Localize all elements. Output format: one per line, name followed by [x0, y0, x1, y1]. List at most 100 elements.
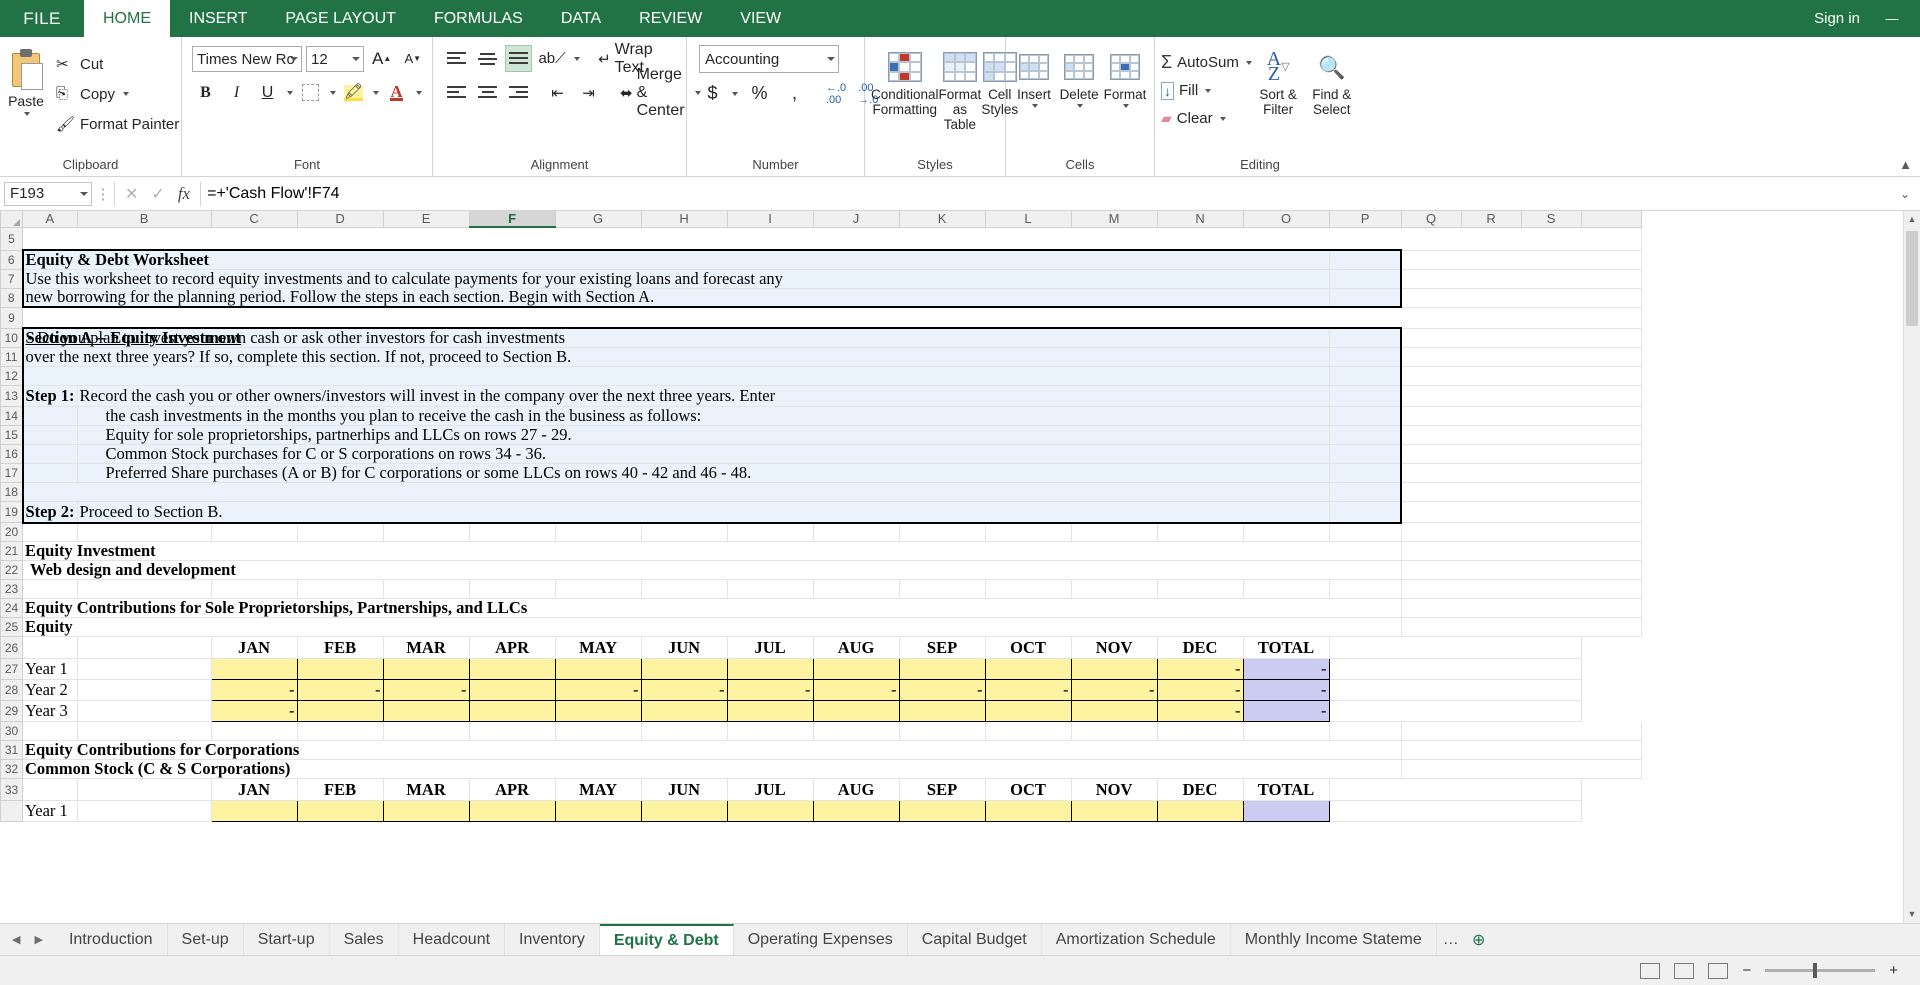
month-header-oct[interactable]: OCT	[985, 636, 1072, 659]
column-header-I[interactable]: I	[726, 211, 814, 228]
row-header-27[interactable]: 27	[0, 658, 23, 680]
font-color-dropdown-icon[interactable]	[416, 90, 423, 95]
worksheet-grid[interactable]: A B C D E F G H I J K L M N O P Q R S 5	[0, 211, 1920, 923]
font-size-input[interactable]: 12	[306, 45, 364, 72]
format-painter-button[interactable]: 🖌 Format Painter	[56, 111, 179, 137]
month2-header-aug[interactable]: AUG	[813, 778, 900, 801]
row-header-26[interactable]: 26	[0, 636, 23, 659]
year2-nov[interactable]: -	[1070, 679, 1158, 701]
align-left-button[interactable]	[443, 79, 470, 106]
cell-E20[interactable]	[383, 522, 470, 542]
cell-P6[interactable]	[1329, 249, 1403, 270]
align-center-button[interactable]	[474, 79, 501, 106]
align-bottom-button[interactable]	[505, 45, 532, 72]
cell-Q23[interactable]	[1401, 579, 1642, 599]
row-header-14[interactable]: 14	[0, 405, 23, 426]
month2-header-apr[interactable]: APR	[469, 778, 556, 801]
year1-sep[interactable]	[898, 658, 986, 680]
scroll-down-icon[interactable]: ▼	[1904, 906, 1920, 923]
cell-A34[interactable]: Year 1	[22, 800, 78, 822]
find-select-button[interactable]: 🔍 Find & Select	[1304, 45, 1359, 117]
row-header-22[interactable]: 22	[0, 560, 23, 580]
cell-M34[interactable]	[1070, 800, 1158, 822]
cell-Q11[interactable]	[1401, 347, 1642, 367]
cell-P11[interactable]	[1329, 347, 1403, 367]
row-header-17[interactable]: 17	[0, 462, 23, 483]
cell-K20[interactable]	[899, 522, 986, 542]
format-cells-button[interactable]: Format	[1102, 45, 1148, 108]
font-name-dropdown-icon[interactable]	[290, 56, 298, 61]
column-header-L[interactable]: L	[984, 211, 1072, 228]
font-color-button[interactable]: A	[383, 79, 410, 106]
cell-K23[interactable]	[899, 579, 986, 599]
cell-B23[interactable]	[77, 579, 212, 599]
page-layout-view-icon[interactable]	[1674, 962, 1695, 979]
confirm-formula-icon[interactable]: ✓	[151, 184, 164, 204]
cell-H30[interactable]	[641, 721, 728, 741]
sheet-tab-set-up[interactable]: Set-up	[168, 924, 244, 955]
cell-D30[interactable]	[297, 721, 384, 741]
cell-Q22[interactable]	[1401, 560, 1642, 580]
cell-B27[interactable]	[77, 658, 212, 680]
cell-Q16[interactable]	[1401, 444, 1642, 464]
orientation-button[interactable]: ab⟋	[536, 45, 568, 72]
fill-color-button[interactable]: 🖍	[340, 79, 367, 106]
cell-Q26[interactable]	[1329, 636, 1582, 659]
cell-A19[interactable]: Step 2:	[21, 501, 78, 524]
year2-oct[interactable]: -	[984, 679, 1072, 701]
year1-mar[interactable]	[382, 658, 470, 680]
row-header-33[interactable]: 33	[0, 778, 23, 801]
column-header-J[interactable]: J	[812, 211, 900, 228]
zoom-slider[interactable]	[1765, 963, 1876, 978]
cell-H23[interactable]	[641, 579, 728, 599]
month-header-jan[interactable]: JAN	[211, 636, 298, 659]
row-header-29[interactable]: 29	[0, 700, 23, 722]
cell-A14[interactable]	[21, 406, 78, 426]
copy-dropdown-icon[interactable]	[123, 92, 130, 96]
month-header-feb[interactable]: FEB	[297, 636, 384, 659]
bold-button[interactable]: B	[192, 79, 219, 106]
cell-A15[interactable]	[21, 425, 78, 445]
row-header-25[interactable]: 25	[0, 617, 23, 637]
cell-A24[interactable]: Equity Contributions for Sole Proprietor…	[22, 598, 1402, 618]
row-header-9[interactable]: 9	[0, 306, 23, 329]
cell-F20[interactable]	[469, 522, 556, 542]
cell-B34[interactable]	[77, 800, 212, 822]
cell-F23[interactable]	[469, 579, 556, 599]
sort-filter-button[interactable]: A Z ▽ Sort & Filter	[1252, 45, 1305, 117]
cell-Q21[interactable]	[1401, 541, 1642, 561]
year1-dec[interactable]: -	[1156, 658, 1244, 680]
cell-G20[interactable]	[555, 522, 642, 542]
cell-P19[interactable]	[1329, 501, 1403, 524]
cell-A7[interactable]: Use this worksheet to record equity inve…	[21, 269, 1330, 289]
year3-mar[interactable]	[382, 700, 470, 722]
column-header-T[interactable]	[1580, 211, 1642, 228]
year3-jul[interactable]	[726, 700, 814, 722]
month2-header-mar[interactable]: MAR	[383, 778, 470, 801]
month-header-aug[interactable]: AUG	[813, 636, 900, 659]
cell-B13[interactable]: Record the cash you or other owners/inve…	[77, 385, 1330, 407]
sheet-tab-start-up[interactable]: Start-up	[244, 924, 330, 955]
sheet-tab-sales[interactable]: Sales	[330, 924, 399, 955]
year1-apr[interactable]	[468, 658, 556, 680]
month2-header-jan[interactable]: JAN	[211, 778, 298, 801]
year1-jul[interactable]	[726, 658, 814, 680]
merge-center-button[interactable]: ⬌ Merge & Center	[616, 66, 689, 119]
insert-function-icon[interactable]: fx	[178, 184, 190, 204]
year2-sep[interactable]: -	[898, 679, 986, 701]
insert-cells-button[interactable]: Insert	[1012, 45, 1056, 108]
row-header-13[interactable]: 13	[0, 384, 23, 407]
cell-G30[interactable]	[555, 721, 642, 741]
row-header-8[interactable]: 8	[0, 287, 23, 308]
cell-M30[interactable]	[1071, 721, 1158, 741]
cell-I20[interactable]	[727, 522, 814, 542]
cell-B17[interactable]: Preferred Share purchases (A or B) for C…	[77, 463, 1330, 483]
cell-P7[interactable]	[1329, 269, 1403, 289]
cell-L30[interactable]	[985, 721, 1072, 741]
cell-A23[interactable]	[22, 579, 78, 599]
font-name-input[interactable]: Times New Ro	[192, 45, 302, 72]
column-header-O[interactable]: O	[1242, 211, 1330, 228]
cell-B15[interactable]: Equity for sole proprietorships, partner…	[77, 425, 1330, 445]
row-header-32[interactable]: 32	[0, 759, 23, 779]
sheet-tab-operating-expenses[interactable]: Operating Expenses	[734, 924, 908, 955]
